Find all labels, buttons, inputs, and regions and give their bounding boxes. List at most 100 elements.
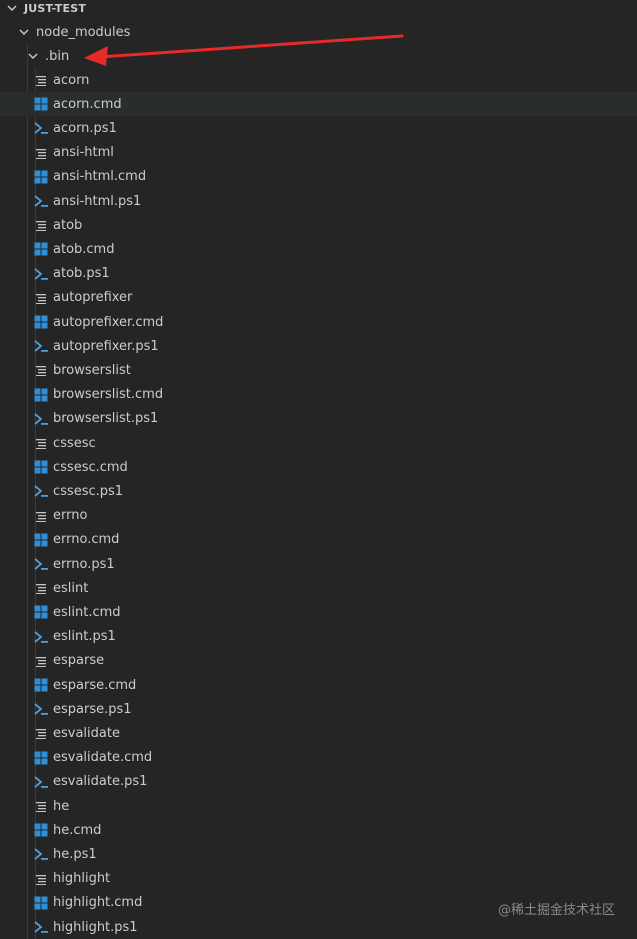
file-row[interactable]: cssesc.cmd [0, 455, 637, 479]
file-label: esparse [53, 653, 105, 669]
file-row[interactable]: eslint.cmd [0, 600, 637, 624]
file-row[interactable]: errno [0, 504, 637, 528]
file-row[interactable]: acorn.ps1 [0, 116, 637, 140]
file-label: errno.ps1 [53, 556, 115, 572]
file-label: he.cmd [53, 822, 102, 838]
file-label: atob.ps1 [53, 266, 110, 282]
text-lines-icon [33, 871, 49, 887]
text-lines-icon [33, 653, 49, 669]
file-label: autoprefixer [53, 290, 133, 306]
file-row[interactable]: browserslist.ps1 [0, 407, 637, 431]
file-label: ansi-html.cmd [53, 169, 147, 185]
file-row[interactable]: autoprefixer.cmd [0, 310, 637, 334]
file-label: highlight [53, 871, 111, 887]
windows-logo-icon [33, 677, 49, 693]
file-label: cssesc [53, 435, 96, 451]
powershell-prompt-icon [33, 919, 49, 935]
chevron-down-icon [25, 48, 41, 64]
file-label: highlight.ps1 [53, 919, 138, 935]
file-row[interactable]: browserslist.cmd [0, 383, 637, 407]
file-row[interactable]: he.ps1 [0, 842, 637, 866]
explorer-section-header[interactable]: JUST-TEST [0, 0, 637, 20]
file-row[interactable]: esparse.ps1 [0, 697, 637, 721]
file-label: eslint.ps1 [53, 629, 116, 645]
windows-logo-icon [33, 459, 49, 475]
file-label: acorn.cmd [53, 96, 122, 112]
text-lines-icon [33, 72, 49, 88]
windows-logo-icon [33, 532, 49, 548]
file-label: he [53, 798, 70, 814]
windows-logo-icon [33, 750, 49, 766]
file-label: eslint.cmd [53, 604, 121, 620]
file-label: highlight.cmd [53, 895, 143, 911]
file-label: cssesc.cmd [53, 459, 128, 475]
file-row[interactable]: highlight [0, 867, 637, 891]
file-label: browserslist.ps1 [53, 411, 159, 427]
text-lines-icon [33, 362, 49, 378]
file-label: autoprefixer.cmd [53, 314, 164, 330]
file-row[interactable]: atob.cmd [0, 237, 637, 261]
text-lines-icon [33, 435, 49, 451]
file-label: acorn [53, 72, 90, 88]
file-row[interactable]: eslint.ps1 [0, 625, 637, 649]
file-label: autoprefixer.ps1 [53, 338, 159, 354]
file-row[interactable]: ansi-html.ps1 [0, 189, 637, 213]
file-row[interactable]: esvalidate.ps1 [0, 770, 637, 794]
chevron-down-icon [16, 24, 32, 40]
folder-label: node_modules [36, 24, 131, 40]
workspace-title: JUST-TEST [24, 1, 87, 15]
windows-logo-icon [33, 314, 49, 330]
file-row[interactable]: highlight.ps1 [0, 915, 637, 939]
powershell-prompt-icon [33, 411, 49, 427]
file-row[interactable]: atob [0, 213, 637, 237]
windows-logo-icon [33, 96, 49, 112]
file-row[interactable]: autoprefixer.ps1 [0, 334, 637, 358]
file-row[interactable]: acorn.cmd [0, 92, 637, 117]
windows-logo-icon [33, 241, 49, 257]
file-row[interactable]: ansi-html [0, 141, 637, 165]
powershell-prompt-icon [33, 338, 49, 354]
file-label: esvalidate.cmd [53, 750, 153, 766]
folder-bin[interactable]: .bin [0, 44, 637, 68]
chevron-down-icon [4, 0, 20, 16]
file-row[interactable]: cssesc [0, 431, 637, 455]
powershell-prompt-icon [33, 193, 49, 209]
file-row[interactable]: browserslist [0, 358, 637, 382]
file-row[interactable]: atob.ps1 [0, 262, 637, 286]
file-row[interactable]: esparse [0, 649, 637, 673]
file-row[interactable]: esvalidate [0, 721, 637, 745]
windows-logo-icon [33, 387, 49, 403]
file-label: esparse.cmd [53, 677, 137, 693]
folder-label: .bin [45, 48, 70, 64]
file-label: browserslist.cmd [53, 387, 164, 403]
file-row[interactable]: acorn [0, 68, 637, 92]
windows-logo-icon [33, 169, 49, 185]
file-row[interactable]: errno.ps1 [0, 552, 637, 576]
text-lines-icon [33, 580, 49, 596]
text-lines-icon [33, 290, 49, 306]
file-row[interactable]: autoprefixer [0, 286, 637, 310]
windows-logo-icon [33, 822, 49, 838]
powershell-prompt-icon [33, 629, 49, 645]
file-row[interactable]: esparse.cmd [0, 673, 637, 697]
text-lines-icon [33, 798, 49, 814]
powershell-prompt-icon [33, 483, 49, 499]
watermark: @稀土掘金技术社区 [497, 903, 615, 918]
text-lines-icon [33, 725, 49, 741]
file-label: eslint [53, 580, 89, 596]
file-label: esvalidate [53, 725, 120, 741]
file-row[interactable]: errno.cmd [0, 528, 637, 552]
file-row[interactable]: cssesc.ps1 [0, 479, 637, 503]
file-row[interactable]: ansi-html.cmd [0, 165, 637, 189]
file-label: esparse.ps1 [53, 701, 132, 717]
file-label: errno [53, 508, 88, 524]
text-lines-icon [33, 217, 49, 233]
file-label: cssesc.ps1 [53, 483, 124, 499]
text-lines-icon [33, 508, 49, 524]
file-row[interactable]: esvalidate.cmd [0, 746, 637, 770]
file-row[interactable]: he.cmd [0, 818, 637, 842]
file-row[interactable]: he [0, 794, 637, 818]
powershell-prompt-icon [33, 556, 49, 572]
folder-node-modules[interactable]: node_modules [0, 20, 637, 44]
file-row[interactable]: eslint [0, 576, 637, 600]
